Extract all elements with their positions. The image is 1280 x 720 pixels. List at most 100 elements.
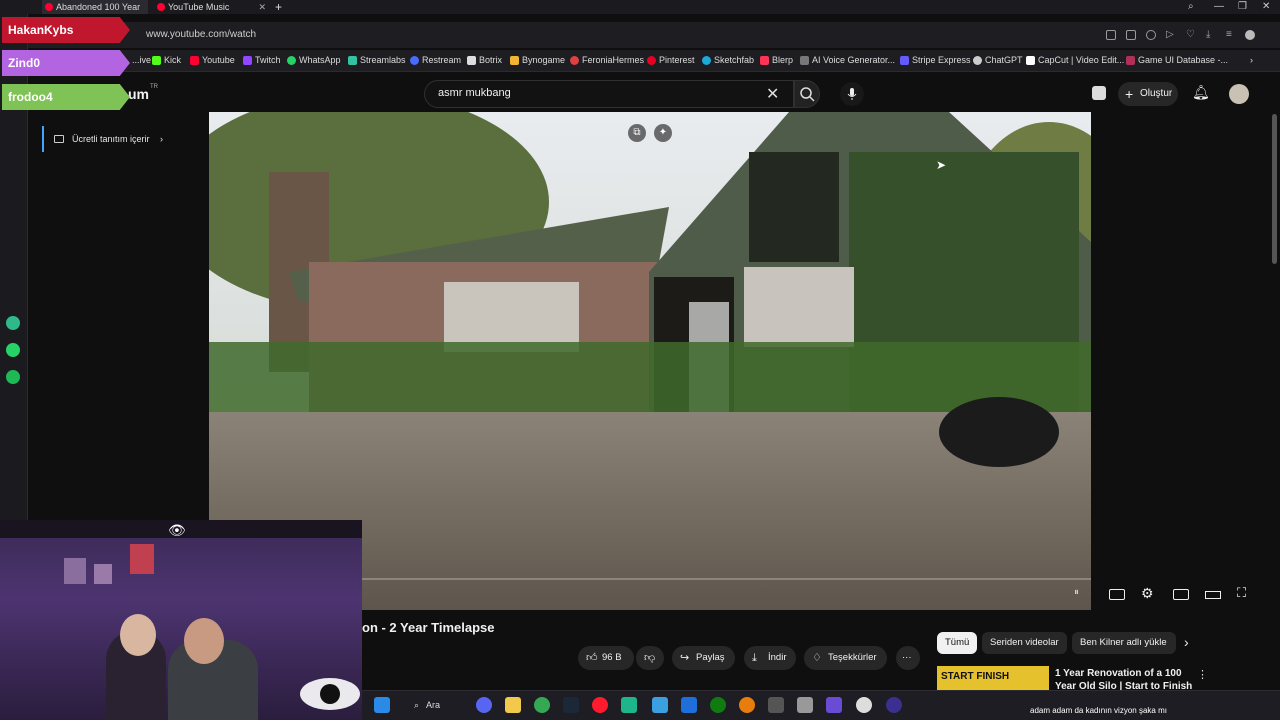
bookmark-item[interactable]: Kick	[152, 55, 181, 65]
streamer-left-face	[120, 614, 156, 656]
bookmark-item[interactable]: ChatGPT	[973, 55, 1023, 65]
menu-icon[interactable]: ≡	[1226, 30, 1236, 40]
close-window-icon[interactable]: ✕	[1262, 0, 1270, 14]
search-tabs-icon[interactable]: ⌕	[1188, 0, 1194, 14]
sparkle-icon[interactable]: ✦	[654, 124, 672, 142]
botrix-icon	[467, 56, 476, 65]
heart-icon[interactable]: ♡	[1186, 30, 1196, 40]
more-actions-button[interactable]: ···	[896, 646, 920, 670]
capcut-icon	[1026, 56, 1035, 65]
whatsapp-icon[interactable]	[6, 343, 20, 357]
eye-icon: 👁︎	[168, 522, 186, 538]
share-button[interactable]: ↪ Paylaş	[672, 646, 735, 670]
related-video-thumbnail[interactable]: START FINISH	[937, 666, 1049, 690]
download-icon[interactable]: ⤓	[1206, 30, 1216, 40]
play-icon[interactable]: ▷	[1166, 30, 1176, 40]
app-icon[interactable]	[652, 697, 668, 713]
app-icon[interactable]	[886, 697, 902, 713]
spotify-icon[interactable]	[6, 370, 20, 384]
bookmark-item[interactable]: Twitch	[243, 55, 281, 65]
thumbs-up-icon: 👍︎	[586, 652, 598, 664]
steam-icon[interactable]	[563, 697, 579, 713]
bookmark-item[interactable]: AI Voice Generator...	[800, 55, 895, 65]
bookmark-item[interactable]: Sketchfab	[702, 55, 754, 65]
bookmark-item[interactable]: CapCut | Video Edit...	[1026, 55, 1124, 65]
bookmark-item[interactable]: FeroniaHermes	[570, 55, 644, 65]
app-icon[interactable]	[621, 697, 637, 713]
xbox-icon[interactable]	[710, 697, 726, 713]
chip-series[interactable]: Seriden videolar	[982, 632, 1067, 654]
page-scrollbar[interactable]	[1272, 114, 1277, 264]
new-tab-button[interactable]: +	[272, 0, 286, 14]
dislike-button[interactable]: 👎︎	[636, 646, 664, 670]
miniplayer-icon[interactable]: ⧉	[628, 124, 646, 142]
search-button[interactable]	[794, 80, 820, 108]
bookmarks-bar: ...ive Kick Youtube Twitch WhatsApp Stre…	[0, 50, 1280, 72]
create-button[interactable]: + Oluştur	[1118, 82, 1178, 106]
fullscreen-icon[interactable]: ⛶	[1237, 585, 1253, 600]
restore-icon[interactable]: ❐	[1238, 0, 1247, 14]
profile-avatar[interactable]	[1245, 30, 1255, 40]
extension-icon[interactable]	[1092, 86, 1106, 100]
blender-icon[interactable]	[739, 697, 755, 713]
related-video-title[interactable]: 1 Year Renovation of a 100 Year Old Silo…	[1055, 667, 1195, 691]
chat-tag-2: Zind0	[2, 50, 130, 76]
bookmark-item[interactable]: Streamlabs	[348, 55, 406, 65]
clear-search-icon[interactable]: ✕	[766, 84, 779, 104]
more-bookmarks-icon[interactable]: ›	[1250, 55, 1253, 65]
bookmark-item[interactable]: Restream	[410, 55, 461, 65]
bookmark-item[interactable]: Stripe Express	[900, 55, 971, 65]
file-explorer-icon[interactable]	[505, 697, 521, 713]
theater-mode-icon[interactable]	[1205, 591, 1221, 599]
download-icon: ⤓	[752, 652, 757, 664]
app-icon[interactable]	[681, 697, 697, 713]
related-more-icon[interactable]: ⋮	[1197, 668, 1208, 681]
subtitles-icon[interactable]	[1109, 589, 1125, 600]
app-icon[interactable]	[797, 697, 813, 713]
bell-icon[interactable]: 🔔︎	[1192, 84, 1210, 101]
bookmark-label: Kick	[164, 55, 182, 65]
chevron-right-icon[interactable]: ›	[1184, 634, 1189, 650]
voice-search-button[interactable]	[840, 82, 864, 106]
opera-icon[interactable]	[592, 697, 608, 713]
bookmark-item[interactable]: Pinterest	[647, 55, 695, 65]
autoplay-toggle[interactable]: ⏸	[1074, 587, 1090, 601]
promo-label: Ücretli tanıtım içerir	[72, 134, 150, 144]
bookmark-item[interactable]: Botrix	[467, 55, 502, 65]
discord-icon[interactable]	[476, 697, 492, 713]
search-input[interactable]: asmr mukbang	[438, 87, 511, 99]
thanks-button[interactable]: ♢ Teşekkürler	[804, 646, 887, 670]
close-tab-icon[interactable]: ✕	[258, 0, 266, 14]
miniplayer-button-icon[interactable]	[1173, 589, 1189, 600]
messenger-icon[interactable]	[6, 316, 20, 330]
camera-icon[interactable]	[1126, 30, 1136, 40]
taskbar-search[interactable]: ⌕ Ara	[414, 697, 440, 713]
download-button[interactable]: ⤓ İndir	[744, 646, 797, 670]
bookmark-item[interactable]: Game UI Database -...	[1126, 55, 1228, 65]
bookmark-item[interactable]: Youtube	[190, 55, 235, 65]
tab-abandoned[interactable]: Abandoned 100 Year	[42, 0, 148, 14]
tab-label: Abandoned 100 Year	[56, 2, 141, 12]
country-code: TR	[150, 84, 158, 90]
chatgpt-icon[interactable]	[856, 697, 872, 713]
url-field[interactable]: www.youtube.com/watch	[146, 29, 256, 40]
minimize-icon[interactable]: —	[1214, 0, 1224, 14]
like-button[interactable]: 👍︎ 96 B	[578, 646, 634, 670]
chip-all[interactable]: Tümü	[937, 632, 978, 654]
account-avatar[interactable]	[1229, 84, 1249, 104]
paid-promotion-notice[interactable]: Ücretli tanıtım içerir ›	[42, 126, 172, 152]
share-icon[interactable]	[1106, 30, 1116, 40]
app-icon[interactable]	[826, 697, 842, 713]
bookmark-item[interactable]: Bynogame	[510, 55, 565, 65]
chip-uploader[interactable]: Ben Kilner adlı yükle	[1072, 632, 1176, 654]
app-icon[interactable]	[768, 697, 784, 713]
windows-start-icon[interactable]	[374, 697, 390, 713]
settings-gear-icon[interactable]: ⚙	[1141, 585, 1157, 601]
bookmark-item[interactable]: WhatsApp	[287, 55, 341, 65]
bookmark-item[interactable]: Blerp	[760, 55, 793, 65]
shield-icon[interactable]	[1146, 30, 1156, 40]
youtube-logo[interactable]: um	[128, 86, 149, 102]
chrome-icon[interactable]	[534, 697, 550, 713]
tab-youtube-music[interactable]: YouTube Music ✕	[154, 0, 270, 14]
wall-poster	[64, 558, 86, 584]
